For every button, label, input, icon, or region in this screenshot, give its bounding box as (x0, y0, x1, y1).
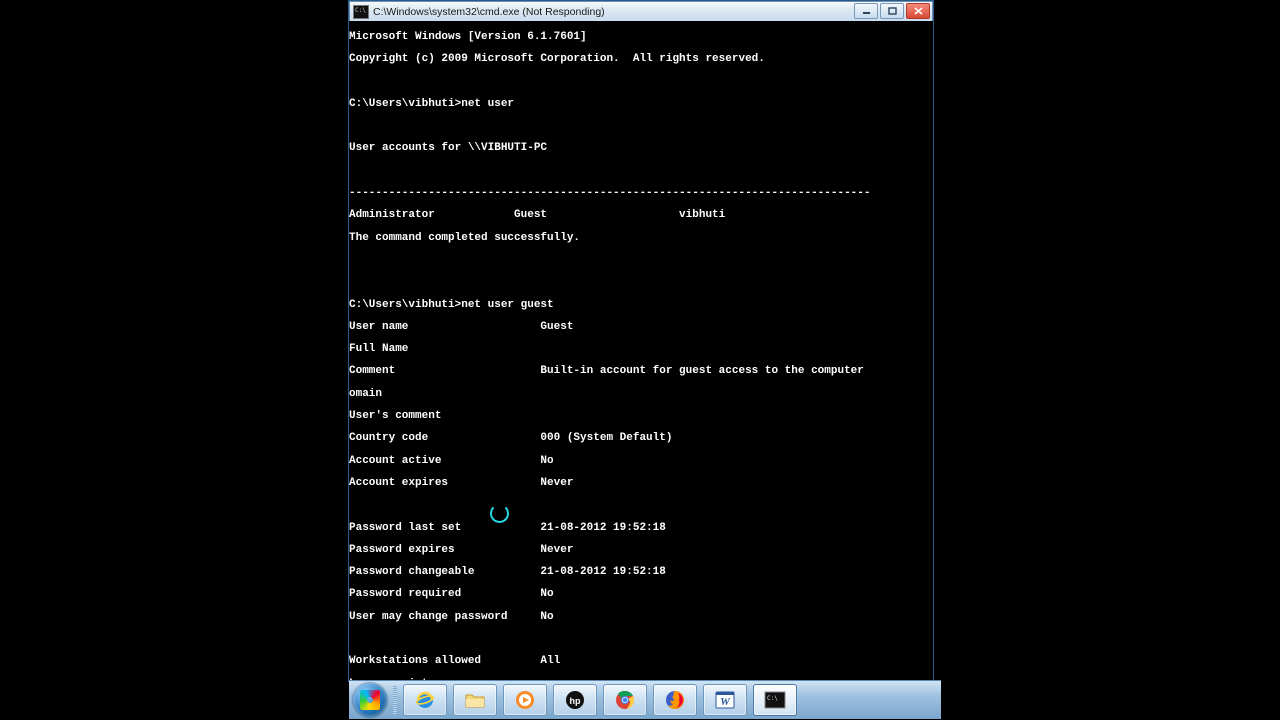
cmd-window: C:\Windows\system32\cmd.exe (Not Respond… (349, 1, 933, 681)
taskbar-item-ie[interactable] (403, 684, 447, 716)
term-line: C:\Users\vibhuti>net user (349, 99, 933, 110)
minimize-button[interactable] (854, 3, 878, 19)
term-line (349, 166, 933, 177)
taskbar-item-word[interactable]: W (703, 684, 747, 716)
term-line: Full Name (349, 344, 933, 355)
term-line: Administrator Guest vibhuti (349, 210, 933, 221)
term-line: Password last set 21-08-2012 19:52:18 (349, 523, 933, 534)
term-line: User's comment (349, 411, 933, 422)
term-line: Country code 000 (System Default) (349, 433, 933, 444)
term-line: omain (349, 389, 933, 400)
close-button[interactable] (906, 3, 930, 19)
taskbar: hp W C:\ (349, 680, 941, 719)
cmd-title-icon (353, 5, 369, 19)
taskbar-divider (393, 686, 397, 714)
media-player-icon (514, 689, 536, 711)
term-line: Password expires Never (349, 545, 933, 556)
taskbar-item-wmplayer[interactable] (503, 684, 547, 716)
taskbar-item-chrome[interactable] (603, 684, 647, 716)
maximize-button[interactable] (880, 3, 904, 19)
taskbar-item-cmd[interactable]: C:\ (753, 684, 797, 716)
term-line: Workstations allowed All (349, 656, 933, 667)
word-icon: W (714, 689, 736, 711)
start-button[interactable] (353, 683, 387, 717)
term-line (349, 277, 933, 288)
taskbar-item-firefox[interactable] (653, 684, 697, 716)
cmd-icon: C:\ (764, 689, 786, 711)
svg-text:W: W (720, 696, 731, 708)
busy-cursor-icon (490, 504, 509, 523)
hp-icon: hp (564, 689, 586, 711)
folder-icon (464, 689, 486, 711)
term-line: User may change password No (349, 612, 933, 623)
term-line: Account active No (349, 456, 933, 467)
term-line: Password required No (349, 589, 933, 600)
taskbar-item-hp[interactable]: hp (553, 684, 597, 716)
window-title: C:\Windows\system32\cmd.exe (Not Respond… (373, 6, 854, 18)
term-line: The command completed successfully. (349, 233, 933, 244)
titlebar[interactable]: C:\Windows\system32\cmd.exe (Not Respond… (349, 1, 933, 22)
term-line: Comment Built-in account for guest acces… (349, 366, 933, 377)
chrome-icon (614, 689, 636, 711)
term-line: User name Guest (349, 322, 933, 333)
term-line: Copyright (c) 2009 Microsoft Corporation… (349, 54, 933, 65)
term-line (349, 77, 933, 88)
svg-text:C:\: C:\ (767, 695, 778, 702)
term-line: C:\Users\vibhuti>net user guest (349, 300, 933, 311)
term-line: User accounts for \\VIBHUTI-PC (349, 143, 933, 154)
term-line (349, 121, 933, 132)
term-line (349, 500, 933, 511)
ie-icon (414, 689, 436, 711)
svg-text:hp: hp (570, 696, 581, 706)
terminal-output[interactable]: Microsoft Windows [Version 6.1.7601] Cop… (349, 21, 933, 681)
term-line (349, 255, 933, 266)
term-line: Microsoft Windows [Version 6.1.7601] (349, 32, 933, 43)
firefox-icon (664, 689, 686, 711)
taskbar-item-explorer[interactable] (453, 684, 497, 716)
term-line: Password changeable 21-08-2012 19:52:18 (349, 567, 933, 578)
term-line: ----------------------------------------… (349, 188, 933, 199)
term-line: Account expires Never (349, 478, 933, 489)
term-line (349, 634, 933, 645)
